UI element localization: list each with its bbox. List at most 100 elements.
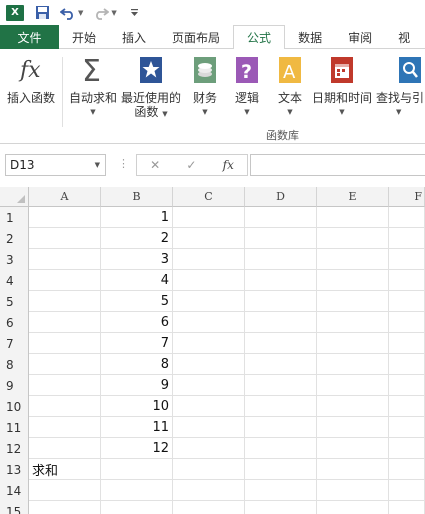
cell-d1[interactable] xyxy=(245,207,317,228)
cell-b7[interactable]: 7 xyxy=(101,333,173,354)
row-header[interactable]: 12 xyxy=(0,438,29,459)
cell-d13[interactable] xyxy=(245,459,317,480)
cell-d14[interactable] xyxy=(245,480,317,501)
redo-dropdown-icon[interactable]: ▼ xyxy=(111,9,116,17)
cell-f14[interactable] xyxy=(389,480,425,501)
cell-f8[interactable] xyxy=(389,354,425,375)
tab-home[interactable]: 开始 xyxy=(59,25,109,49)
column-header-e[interactable]: E xyxy=(317,187,389,207)
row-header[interactable]: 7 xyxy=(0,333,29,354)
cell-a15[interactable] xyxy=(29,501,101,514)
cell-c6[interactable] xyxy=(173,312,245,333)
financial-dropdown-icon[interactable]: ▼ xyxy=(202,105,207,119)
row-header[interactable]: 1 xyxy=(0,207,29,228)
cell-e10[interactable] xyxy=(317,396,389,417)
cell-d6[interactable] xyxy=(245,312,317,333)
cell-c4[interactable] xyxy=(173,270,245,291)
autosum-button[interactable]: Σ 自动求和 ▼ xyxy=(66,55,120,119)
date-time-button[interactable]: 日期和时间 ▼ xyxy=(310,55,374,119)
cell-b14[interactable] xyxy=(101,480,173,501)
cell-b12[interactable]: 12 xyxy=(101,438,173,459)
cell-f10[interactable] xyxy=(389,396,425,417)
column-header-b[interactable]: B xyxy=(101,187,173,207)
cell-c13[interactable] xyxy=(173,459,245,480)
insert-function-fx-icon[interactable]: fx xyxy=(223,158,234,172)
cell-b1[interactable]: 1 xyxy=(101,207,173,228)
cell-a9[interactable] xyxy=(29,375,101,396)
tab-insert[interactable]: 插入 xyxy=(109,25,159,49)
name-box-dropdown-icon[interactable]: ▼ xyxy=(95,161,100,169)
cell-c12[interactable] xyxy=(173,438,245,459)
cell-d15[interactable] xyxy=(245,501,317,514)
cell-c7[interactable] xyxy=(173,333,245,354)
row-header[interactable]: 3 xyxy=(0,249,29,270)
cell-e7[interactable] xyxy=(317,333,389,354)
redo-icon[interactable] xyxy=(93,5,110,21)
logical-dropdown-icon[interactable]: ▼ xyxy=(244,105,249,119)
cell-e5[interactable] xyxy=(317,291,389,312)
tab-review[interactable]: 审阅 xyxy=(335,25,385,49)
undo-dropdown-icon[interactable]: ▼ xyxy=(78,9,83,17)
cell-e2[interactable] xyxy=(317,228,389,249)
row-header[interactable]: 9 xyxy=(0,375,29,396)
cancel-icon[interactable]: ✕ xyxy=(150,158,160,172)
cell-f6[interactable] xyxy=(389,312,425,333)
column-header-c[interactable]: C xyxy=(173,187,245,207)
cell-b11[interactable]: 11 xyxy=(101,417,173,438)
row-header[interactable]: 8 xyxy=(0,354,29,375)
cell-e8[interactable] xyxy=(317,354,389,375)
lookup-dropdown-icon[interactable]: ▼ xyxy=(396,105,401,119)
financial-button[interactable]: 财务 ▼ xyxy=(188,55,222,119)
cell-b5[interactable]: 5 xyxy=(101,291,173,312)
cell-c14[interactable] xyxy=(173,480,245,501)
cell-e15[interactable] xyxy=(317,501,389,514)
row-header[interactable]: 10 xyxy=(0,396,29,417)
cell-c10[interactable] xyxy=(173,396,245,417)
row-header[interactable]: 14 xyxy=(0,480,29,501)
text-button[interactable]: A 文本 ▼ xyxy=(275,55,305,119)
cell-f13[interactable] xyxy=(389,459,425,480)
cell-f3[interactable] xyxy=(389,249,425,270)
name-box[interactable]: D13 ▼ xyxy=(5,154,106,176)
undo-icon[interactable] xyxy=(60,5,76,21)
cell-c1[interactable] xyxy=(173,207,245,228)
recently-used-button[interactable]: 最近使用的 函数 ▼ xyxy=(120,55,182,121)
cell-d12[interactable] xyxy=(245,438,317,459)
row-header[interactable]: 15 xyxy=(0,501,29,514)
cell-e4[interactable] xyxy=(317,270,389,291)
row-header[interactable]: 11 xyxy=(0,417,29,438)
tab-page-layout[interactable]: 页面布局 xyxy=(159,25,233,49)
logical-button[interactable]: ? 逻辑 ▼ xyxy=(232,55,262,119)
cell-a7[interactable] xyxy=(29,333,101,354)
cell-d8[interactable] xyxy=(245,354,317,375)
cell-b4[interactable]: 4 xyxy=(101,270,173,291)
cell-b9[interactable]: 9 xyxy=(101,375,173,396)
cell-e9[interactable] xyxy=(317,375,389,396)
cell-a5[interactable] xyxy=(29,291,101,312)
cell-e12[interactable] xyxy=(317,438,389,459)
cell-e11[interactable] xyxy=(317,417,389,438)
formula-input[interactable] xyxy=(250,154,425,176)
text-dropdown-icon[interactable]: ▼ xyxy=(287,105,292,119)
row-header[interactable]: 6 xyxy=(0,312,29,333)
tab-data[interactable]: 数据 xyxy=(285,25,335,49)
column-header-a[interactable]: A xyxy=(29,187,101,207)
cell-e14[interactable] xyxy=(317,480,389,501)
cell-f11[interactable] xyxy=(389,417,425,438)
cell-f4[interactable] xyxy=(389,270,425,291)
cell-d5[interactable] xyxy=(245,291,317,312)
cell-b8[interactable]: 8 xyxy=(101,354,173,375)
cell-a4[interactable] xyxy=(29,270,101,291)
cell-d4[interactable] xyxy=(245,270,317,291)
cell-d3[interactable] xyxy=(245,249,317,270)
cell-a1[interactable] xyxy=(29,207,101,228)
tab-file[interactable]: 文件 xyxy=(0,25,59,49)
cell-a12[interactable] xyxy=(29,438,101,459)
cell-a6[interactable] xyxy=(29,312,101,333)
cell-c11[interactable] xyxy=(173,417,245,438)
cell-a10[interactable] xyxy=(29,396,101,417)
cell-f1[interactable] xyxy=(389,207,425,228)
cell-b2[interactable]: 2 xyxy=(101,228,173,249)
row-header[interactable]: 5 xyxy=(0,291,29,312)
cell-a8[interactable] xyxy=(29,354,101,375)
